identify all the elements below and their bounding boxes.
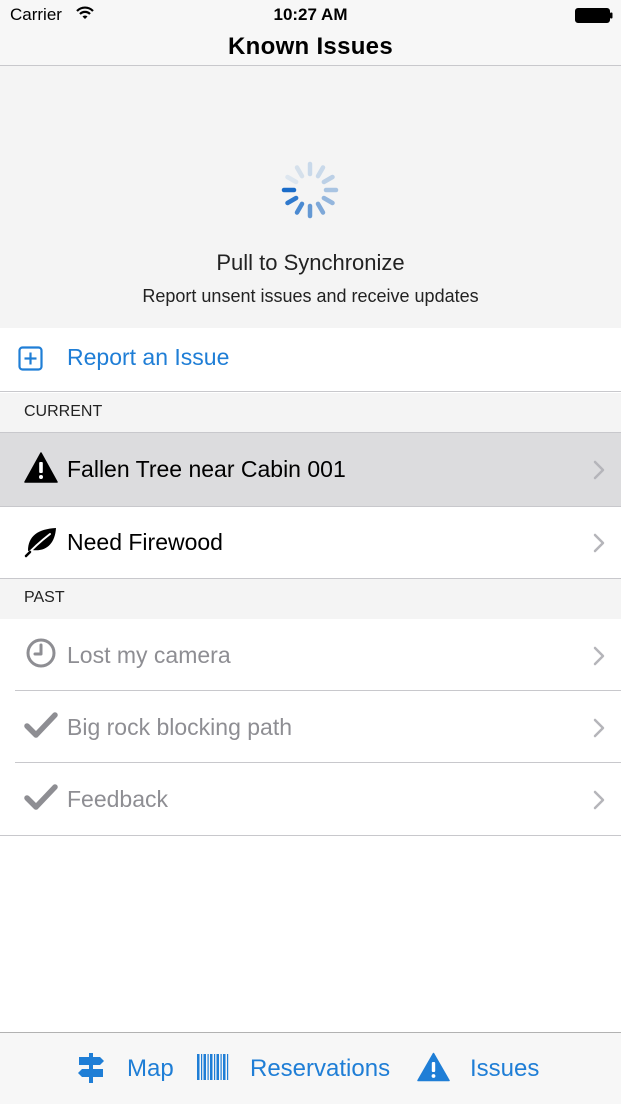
checkmark-icon: [24, 784, 58, 810]
chevron-right-icon: [593, 646, 605, 666]
pull-to-refresh-area[interactable]: Pull to Synchronize Report unsent issues…: [0, 66, 621, 328]
clock-icon: [26, 638, 56, 668]
clock: 10:27 AM: [273, 5, 348, 24]
pull-to-sync-subtitle: Report unsent issues and receive updates: [142, 286, 479, 306]
tab-bar: Map Reservations Issues: [0, 1032, 621, 1104]
chevron-right-icon: [593, 790, 605, 810]
list-item-fallen-tree[interactable]: Fallen Tree near Cabin 001: [0, 433, 621, 506]
page-title: Known Issues: [228, 33, 393, 60]
warning-icon: [417, 1052, 450, 1082]
tab-map[interactable]: Map: [74, 1033, 184, 1104]
list-item-label: Feedback: [67, 786, 169, 812]
checkmark-icon: [24, 712, 58, 738]
report-issue-button[interactable]: Report an Issue: [0, 328, 621, 392]
chevron-right-icon: [593, 460, 605, 480]
list-item-label: Lost my camera: [67, 642, 231, 668]
list-item-label: Big rock blocking path: [67, 714, 293, 740]
plus-square-icon: [18, 346, 43, 371]
list-item-need-firewood[interactable]: Need Firewood: [0, 507, 621, 578]
pull-to-sync-title: Pull to Synchronize: [216, 250, 405, 275]
spinner-icon: [281, 161, 339, 219]
leaf-icon: [24, 528, 56, 558]
warning-icon: [24, 452, 58, 483]
list-item-label: Fallen Tree near Cabin 001: [67, 456, 346, 482]
chevron-right-icon: [593, 533, 605, 553]
tab-label: Issues: [470, 1055, 540, 1082]
navigation-header: Carrier 10:27 AM Known Issues: [0, 0, 621, 66]
report-issue-label: Report an Issue: [67, 344, 230, 370]
barcode-icon: [197, 1054, 229, 1080]
tab-label: Map: [127, 1055, 174, 1082]
tab-reservations[interactable]: Reservations: [197, 1033, 402, 1104]
list-item-lost-camera[interactable]: Lost my camera: [0, 619, 621, 691]
section-header-past: PAST: [0, 579, 621, 619]
list-item-label: Need Firewood: [67, 529, 223, 555]
list-item-big-rock[interactable]: Big rock blocking path: [0, 691, 621, 763]
list-item-feedback[interactable]: Feedback: [0, 763, 621, 835]
section-header-current: CURRENT: [0, 393, 621, 433]
signpost-icon: [78, 1053, 104, 1083]
status-bar: Carrier 10:27 AM: [0, 0, 621, 30]
tab-label: Reservations: [250, 1055, 391, 1082]
tab-issues[interactable]: Issues: [417, 1033, 547, 1104]
battery-icon: [575, 8, 613, 23]
chevron-right-icon: [593, 718, 605, 738]
divider: [0, 835, 621, 836]
